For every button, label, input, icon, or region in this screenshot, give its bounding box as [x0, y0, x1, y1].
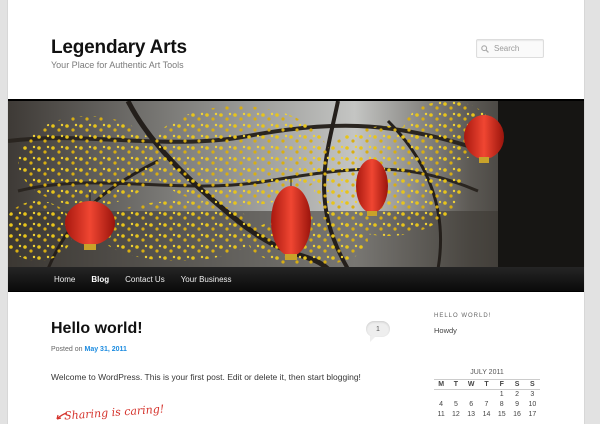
calendar-week-row: 1 2 3	[434, 390, 540, 400]
search-box[interactable]	[476, 39, 544, 58]
calendar-day-header: T	[448, 379, 464, 390]
nav-item-contact-us[interactable]: Contact Us	[117, 267, 173, 292]
calendar-day	[464, 390, 479, 400]
post-meta: Posted on May 31, 2011	[51, 346, 127, 353]
calendar-day: 15	[497, 411, 506, 418]
posted-prefix: Posted on	[51, 346, 83, 353]
calendar-day-header: S	[524, 379, 540, 390]
calendar-day-header: S	[509, 379, 525, 390]
comment-count-bubble[interactable]: 1	[366, 321, 390, 342]
nav-item-blog[interactable]: Blog	[83, 267, 117, 292]
calendar-day: 2	[515, 391, 519, 399]
calendar-day	[448, 390, 463, 400]
calendar-widget: JULY 2011 M T W T F S S 1 2 3 4 5 6 7 8 …	[434, 369, 540, 420]
calendar-day	[434, 390, 448, 400]
calendar-day: 12	[452, 411, 460, 418]
calendar-day: 7	[484, 401, 489, 408]
calendar-day-header: W	[463, 379, 479, 390]
calendar-day-header: F	[494, 379, 510, 390]
widget-title: HELLO WORLD!	[434, 313, 492, 319]
header-image[interactable]	[8, 99, 584, 267]
calendar-day	[479, 390, 494, 400]
calendar-day-header: M	[434, 379, 449, 390]
calendar-day: 9	[515, 401, 519, 408]
calendar-day: 6	[469, 401, 474, 408]
header-photo	[8, 101, 584, 267]
search-icon	[481, 44, 489, 53]
widget-text: Howdy	[434, 326, 457, 335]
post-date-link[interactable]: May 31, 2011	[84, 346, 126, 353]
site-description: Your Place for Authentic Art Tools	[51, 60, 184, 70]
calendar-day: 11	[437, 411, 445, 418]
calendar-day: 16	[513, 411, 521, 418]
calendar-week-row: 11 12 13 14 15 16 17	[434, 410, 540, 420]
calendar-day: 14	[482, 411, 491, 418]
calendar-header-row: M T W T F S S	[434, 379, 540, 390]
calendar-caption: JULY 2011	[470, 369, 504, 376]
page: Legendary Arts Your Place for Authentic …	[7, 0, 585, 424]
site-title[interactable]: Legendary Arts	[51, 37, 187, 59]
calendar-day: 13	[467, 411, 476, 418]
post-content: Welcome to WordPress. This is your first…	[51, 372, 361, 382]
calendar-day: 4	[439, 401, 444, 408]
nav-item-home[interactable]: Home	[46, 267, 83, 292]
calendar-day-header: T	[478, 379, 495, 390]
nav-item-your-business[interactable]: Your Business	[173, 267, 240, 292]
post-title[interactable]: Hello world!	[51, 320, 143, 338]
calendar-day: 1	[499, 391, 504, 399]
calendar-day: 10	[528, 401, 537, 408]
calendar-day: 3	[530, 391, 535, 399]
calendar-day: 17	[528, 411, 537, 418]
main-navigation: Home Blog Contact Us Your Business	[8, 267, 584, 292]
sharing-caption: Sharing is caring!	[63, 402, 165, 423]
search-input[interactable]	[489, 44, 541, 53]
calendar-week-row: 4 5 6 7 8 9 10	[434, 400, 540, 410]
calendar-day: 5	[453, 401, 458, 408]
calendar-day: 8	[499, 401, 504, 408]
